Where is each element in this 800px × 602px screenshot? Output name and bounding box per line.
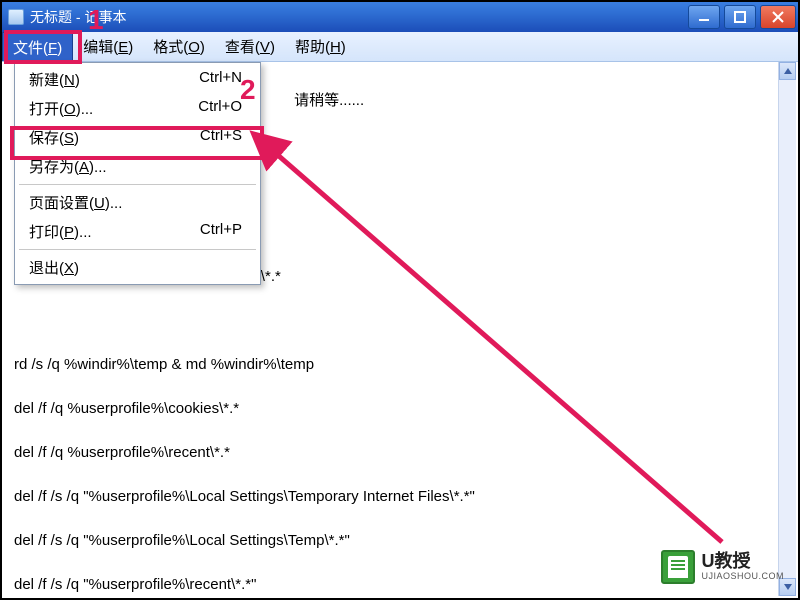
menu-item-label: 编辑(E) xyxy=(83,36,133,57)
menu-item-label: 打印(P)... xyxy=(29,221,200,242)
vertical-scrollbar[interactable] xyxy=(778,62,796,596)
menu-print[interactable]: 打印(P)... Ctrl+P xyxy=(15,217,260,246)
chevron-up-icon xyxy=(783,67,793,75)
watermark-icon xyxy=(661,550,695,584)
menu-bar: 文件(F) 编辑(E) 格式(O) 查看(V) 帮助(H) xyxy=(2,32,798,62)
menu-item-label: 查看(V) xyxy=(225,36,275,57)
text-line: del /f /q %userprofile%\cookies\*.* xyxy=(14,398,770,420)
text-line: del /f /s /q "%userprofile%\Local Settin… xyxy=(14,486,770,508)
menu-save[interactable]: 保存(S) Ctrl+S xyxy=(15,123,260,152)
text-line: del /f /s /q "%userprofile%\Local Settin… xyxy=(14,530,770,552)
menu-page-setup[interactable]: 页面设置(U)... xyxy=(15,188,260,217)
menu-item-shortcut: Ctrl+P xyxy=(200,221,252,242)
text-line: del /f /s /q "%userprofile%\recent\*.*" xyxy=(14,574,770,594)
window-title: 无标题 - 记事本 xyxy=(30,7,686,27)
notepad-app-icon xyxy=(8,9,24,25)
minimize-button[interactable] xyxy=(688,5,720,29)
maximize-icon xyxy=(734,11,746,23)
close-button[interactable] xyxy=(760,5,796,29)
menu-item-label: 另存为(A)... xyxy=(29,156,252,177)
menu-item-label: 页面设置(U)... xyxy=(29,192,252,213)
menu-item-label: 打开(O)... xyxy=(29,98,198,119)
menu-item-shortcut: Ctrl+S xyxy=(200,127,252,148)
menu-format[interactable]: 格式(O) xyxy=(143,32,215,61)
menu-edit[interactable]: 编辑(E) xyxy=(73,32,143,61)
menu-separator xyxy=(19,249,256,250)
annotation-number-1: 1 xyxy=(88,4,104,36)
text-line: del /f /q %userprofile%\recent\*.* xyxy=(14,442,770,464)
menu-help[interactable]: 帮助(H) xyxy=(285,32,356,61)
scroll-up-button[interactable] xyxy=(779,62,796,80)
menu-item-label: 保存(S) xyxy=(29,127,200,148)
menu-item-label: 新建(N) xyxy=(29,69,199,90)
menu-exit[interactable]: 退出(X) xyxy=(15,253,260,282)
annotation-number-2: 2 xyxy=(240,74,256,106)
watermark: U教授 UJIAOSHOU.COM xyxy=(661,550,784,584)
menu-item-label: 格式(O) xyxy=(153,36,205,57)
watermark-title: U教授 xyxy=(701,552,784,572)
file-dropdown-menu: 新建(N) Ctrl+N 打开(O)... Ctrl+O 保存(S) Ctrl+… xyxy=(14,62,261,285)
close-icon xyxy=(771,10,785,24)
menu-item-label: 文件(F) xyxy=(13,37,62,58)
menu-open[interactable]: 打开(O)... Ctrl+O xyxy=(15,94,260,123)
chevron-down-icon xyxy=(783,583,793,591)
maximize-button[interactable] xyxy=(724,5,756,29)
menu-save-as[interactable]: 另存为(A)... xyxy=(15,152,260,181)
menu-new[interactable]: 新建(N) Ctrl+N xyxy=(15,65,260,94)
text-line: rd /s /q %windir%\temp & md %windir%\tem… xyxy=(14,354,770,376)
menu-item-label: 帮助(H) xyxy=(295,36,346,57)
watermark-subtitle: UJIAOSHOU.COM xyxy=(701,572,784,582)
window-controls xyxy=(686,2,798,32)
menu-item-label: 退出(X) xyxy=(29,257,252,278)
title-bar: 无标题 - 记事本 xyxy=(2,2,798,32)
watermark-text: U教授 UJIAOSHOU.COM xyxy=(701,552,784,582)
menu-file[interactable]: 文件(F) xyxy=(2,32,73,61)
menu-view[interactable]: 查看(V) xyxy=(215,32,285,61)
text-fragment: 请稍等...... xyxy=(294,92,364,109)
minimize-icon xyxy=(698,11,710,23)
menu-separator xyxy=(19,184,256,185)
